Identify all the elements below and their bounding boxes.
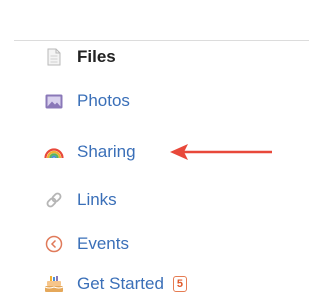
file-icon bbox=[44, 47, 64, 67]
sidebar-item-label: Get Started bbox=[77, 274, 164, 293]
sidebar-item-label: Files bbox=[77, 47, 116, 66]
sidebar-item-label: Links bbox=[77, 190, 117, 209]
photo-icon bbox=[44, 91, 64, 111]
rainbow-icon bbox=[44, 142, 64, 162]
cake-icon bbox=[44, 274, 64, 294]
sidebar-item-links[interactable]: Links bbox=[44, 187, 117, 213]
sidebar-item-photos[interactable]: Photos bbox=[44, 88, 130, 114]
link-icon bbox=[44, 190, 64, 210]
sidebar-item-get-started[interactable]: Get Started 5 bbox=[44, 271, 187, 297]
sidebar-item-events[interactable]: Events bbox=[44, 231, 129, 257]
sidebar-item-sharing[interactable]: Sharing bbox=[44, 139, 136, 165]
sidebar-item-label: Events bbox=[77, 234, 129, 253]
sidebar-item-files[interactable]: Files bbox=[44, 44, 116, 70]
red-arrow-annotation bbox=[170, 144, 272, 160]
notification-count-badge: 5 bbox=[172, 276, 187, 292]
sidebar-item-label: Sharing bbox=[77, 142, 136, 161]
sidebar-item-label: Photos bbox=[77, 91, 130, 110]
events-clock-icon bbox=[44, 234, 64, 254]
